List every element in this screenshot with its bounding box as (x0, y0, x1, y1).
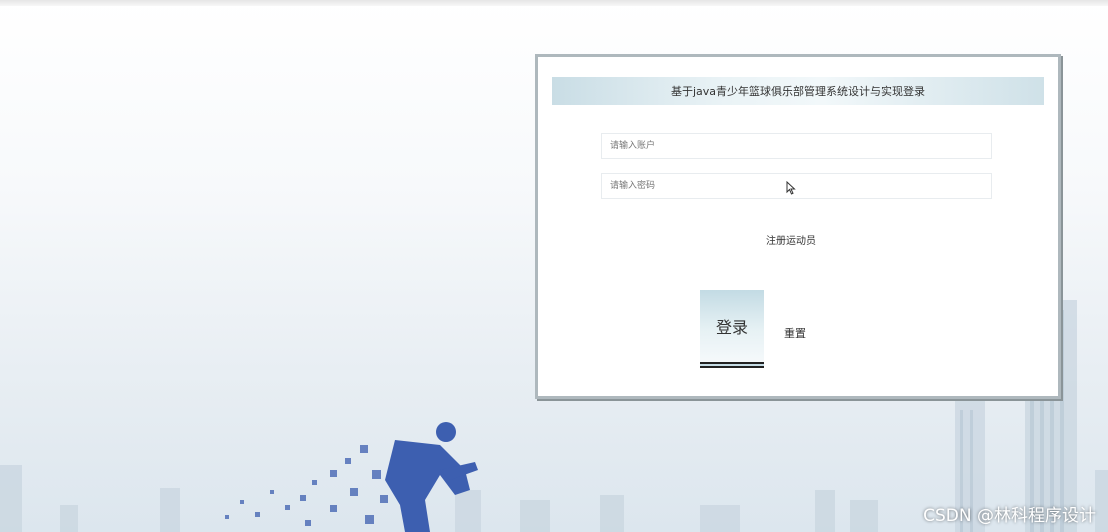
login-button[interactable]: 登录 (700, 290, 764, 368)
login-card: 基于java青少年篮球俱乐部管理系统设计与实现登录 注册运动员 登录 重置 (535, 54, 1061, 399)
account-input-wrapper (601, 133, 992, 159)
csdn-watermark: CSDN @林科程序设计 (923, 506, 1096, 526)
register-athlete-link[interactable]: 注册运动员 (766, 232, 816, 247)
mouse-cursor-icon (786, 181, 796, 195)
reset-button[interactable]: 重置 (784, 325, 806, 341)
runner-graphic (225, 422, 478, 532)
password-input[interactable] (610, 174, 991, 198)
password-input-wrapper (601, 173, 992, 199)
account-input[interactable] (610, 134, 991, 158)
login-title: 基于java青少年篮球俱乐部管理系统设计与实现登录 (552, 77, 1044, 105)
